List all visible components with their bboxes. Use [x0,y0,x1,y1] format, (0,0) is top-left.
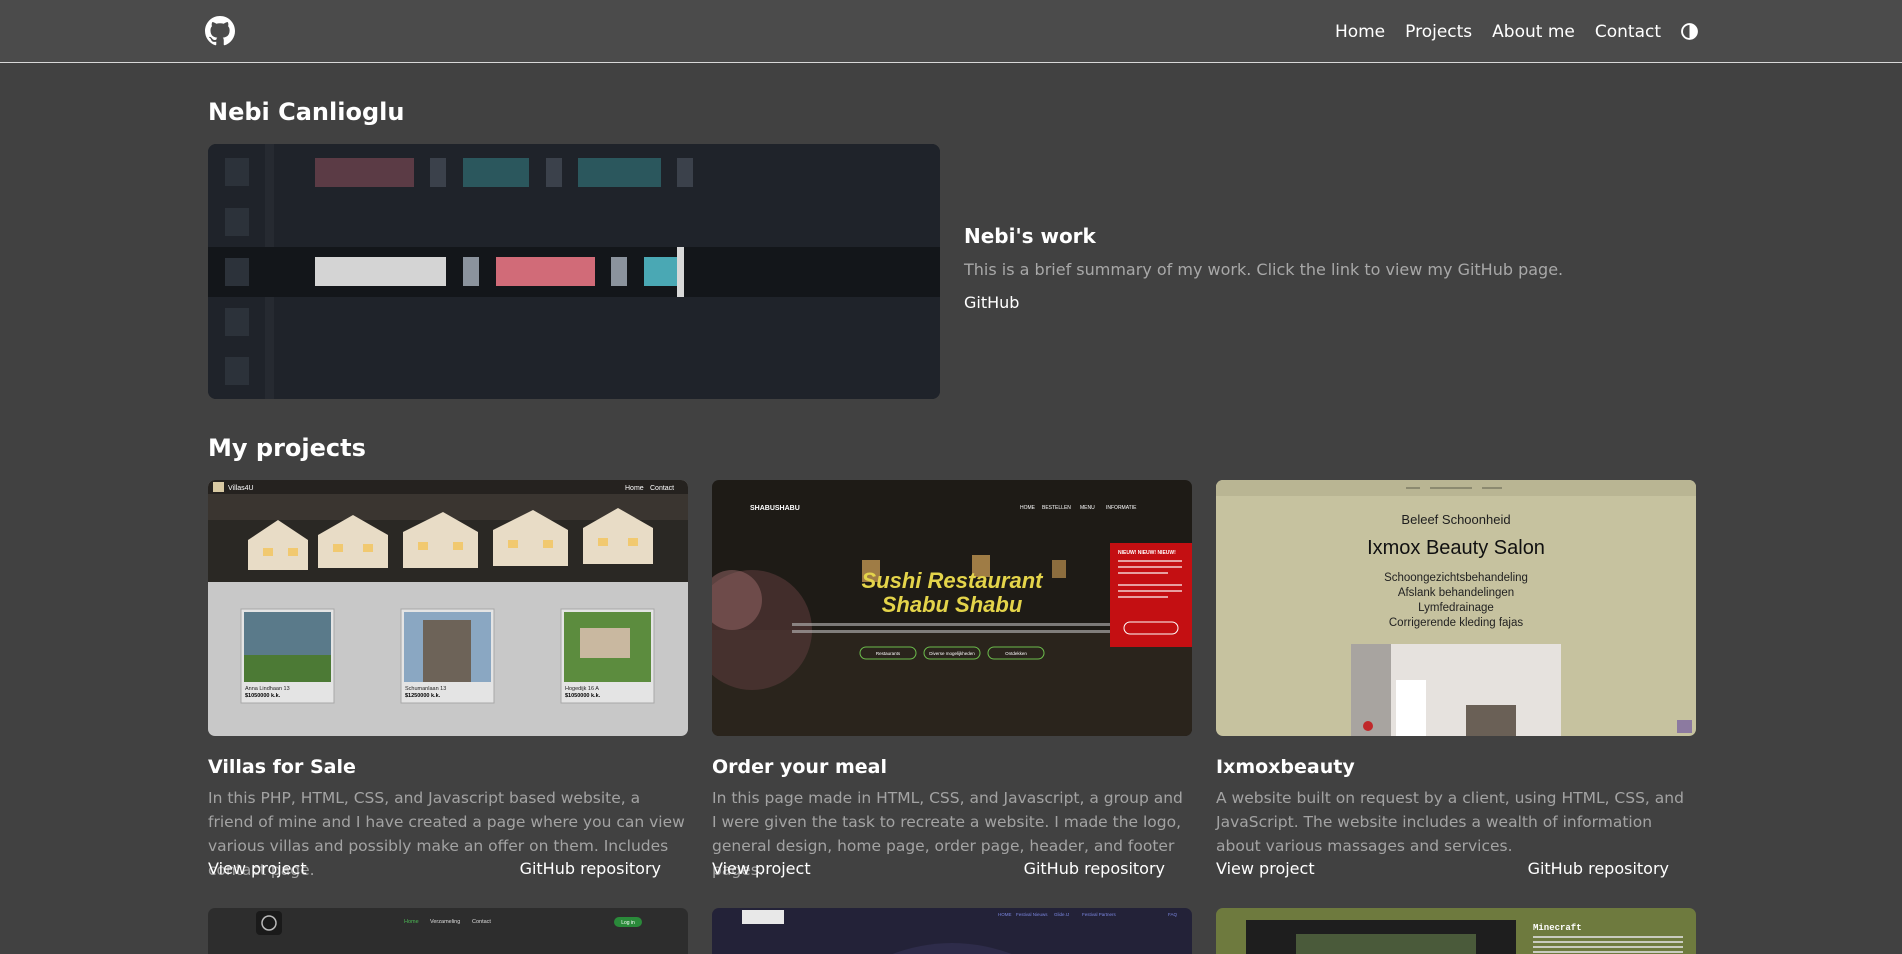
sushi-nav-order: BESTELLEN [1042,505,1071,511]
project-description: In this PHP, HTML, CSS, and Javascript b… [208,789,685,879]
thumb4-nav-contact: Contact [472,919,491,925]
nav-link-home[interactable]: Home [1335,22,1385,42]
project-title: Ixmoxbeauty [1216,756,1355,778]
project-links: View project GitHub repository [208,859,688,878]
nav-link-contact[interactable]: Contact [1595,22,1661,42]
villas-brand: Villas4U [228,485,254,492]
project-thumbnail-sushi[interactable]: SHABUSHABU HOME BESTELLEN MENU INFORMATI… [712,480,1192,736]
sushi-nav-home: HOME [1020,505,1036,511]
thumb5-nav-news: Festival Nieuws [1016,912,1048,917]
thumb5-nav-glide: Glide.IJ [1054,912,1069,917]
hero-info: Nebi's work This is a brief summary of m… [964,224,1564,312]
nav-link-projects[interactable]: Projects [1405,22,1472,42]
project-thumbnail-ixmox[interactable]: Beleef Schoonheid Ixmox Beauty Salon Sch… [1216,480,1696,736]
github-repository-link[interactable]: GitHub repository [1024,859,1165,878]
villas-nav-contact: Contact [650,485,674,492]
project-card-sushi: SHABUSHABU HOME BESTELLEN MENU INFORMATI… [712,480,1192,879]
thumb5-nav-faq: FAQ [1168,912,1178,917]
contrast-icon[interactable] [1681,23,1698,40]
ixmox-service-1: Schoongezichtsbehandeling [1384,572,1528,584]
ixmox-heading: Ixmox Beauty Salon [1367,537,1545,559]
project-thumbnail-5[interactable]: HOME Festival Nieuws Glide.IJ Festival P… [712,908,1192,954]
sushi-brand: SHABUSHABU [750,505,800,512]
thumb4-login: Log in [621,920,635,926]
project-description: A website built on request by a client, … [1216,789,1684,855]
thumb4-nav-collection: Verzameling [430,919,460,925]
hero-code-illustration [208,144,940,399]
ixmox-service-3: Lymfedrainage [1418,602,1494,614]
sushi-promo-title: NIEUW! NIEUW! NIEUW! [1118,550,1176,556]
section-title-projects: My projects [208,434,366,462]
thumb5-nav-home: HOME [998,912,1012,917]
villa-listing-1-price: $1050000 k.k. [245,693,281,699]
villas-nav-home: Home [625,485,644,492]
villa-listing-2-price: $1250000 k.k. [405,693,441,699]
github-link[interactable]: GitHub [964,293,1019,312]
page-title: Nebi Canlioglu [208,98,405,126]
work-title: Nebi's work [964,224,1096,248]
project-description: In this page made in HTML, CSS, and Java… [712,789,1183,879]
ixmox-service-4: Corrigerende kleding fajas [1389,617,1523,629]
villa-listing-3-price: $1050000 k.k. [565,693,601,699]
sushi-btn-restaurants: Restaurants [876,651,901,656]
thumb6-heading: Minecraft [1533,923,1582,933]
project-card-ixmox: Beleef Schoonheid Ixmox Beauty Salon Sch… [1216,480,1696,878]
github-repository-link[interactable]: GitHub repository [1528,859,1669,878]
view-project-link[interactable]: View project [1216,859,1315,878]
sushi-nav-menu: MENU [1080,505,1095,511]
view-project-link[interactable]: View project [712,859,811,878]
project-thumbnail-6[interactable]: Minecraft [1216,908,1696,954]
project-thumbnail-villas[interactable]: Villas4U Home Contact Anna Lindhaan 13 $… [208,480,688,736]
work-summary: This is a brief summary of my work. Clic… [964,260,1564,279]
ixmox-service-2: Afslank behandelingen [1398,587,1514,599]
project-title: Order your meal [712,756,887,778]
ixmox-subtitle: Beleef Schoonheid [1401,512,1510,527]
view-project-link[interactable]: View project [208,859,307,878]
project-links: View project GitHub repository [1216,859,1696,878]
github-repository-link[interactable]: GitHub repository [520,859,661,878]
nav-link-about[interactable]: About me [1492,22,1575,42]
nav-links: Home Projects About me Contact [1315,0,1698,63]
github-icon[interactable] [205,16,235,46]
villa-listing-1-name: Anna Lindhaan 13 [245,686,290,692]
sushi-btn-discover: Ontdekken [1005,651,1027,656]
navbar: Home Projects About me Contact [0,0,1902,63]
sushi-nav-info: INFORMATIE [1106,505,1137,511]
project-card-villas: Villas4U Home Contact Anna Lindhaan 13 $… [208,480,688,879]
sushi-headline-2: Shabu Shabu [882,592,1023,617]
project-thumbnail-4[interactable]: Home Verzameling Contact Log in [208,908,688,954]
sushi-btn-options: Diverse mogelijkheden [929,651,975,656]
villa-listing-3-name: Hogedijk 16 A [565,686,599,692]
thumb5-nav-partners: Festival Partners [1082,912,1117,917]
thumb4-nav-home: Home [404,919,419,925]
project-title: Villas for Sale [208,756,356,778]
project-links: View project GitHub repository [712,859,1192,878]
sushi-headline: Sushi Restaurant [862,568,1045,593]
villa-listing-2-name: Schumanlaan 13 [405,686,446,692]
